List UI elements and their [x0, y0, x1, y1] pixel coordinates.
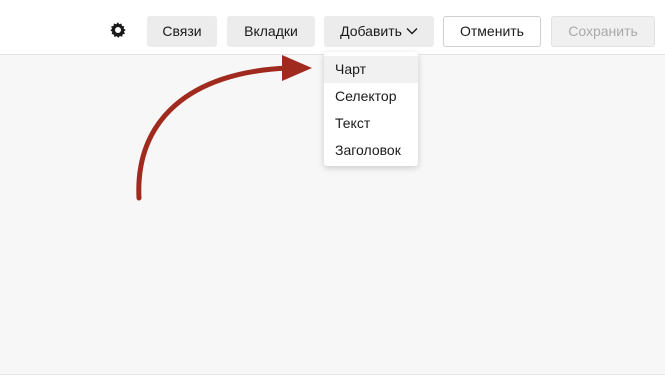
annotation-arrow [136, 55, 312, 201]
dashboard-editor: Связи Вкладки Добавить Отменить Сохранит… [0, 0, 665, 375]
